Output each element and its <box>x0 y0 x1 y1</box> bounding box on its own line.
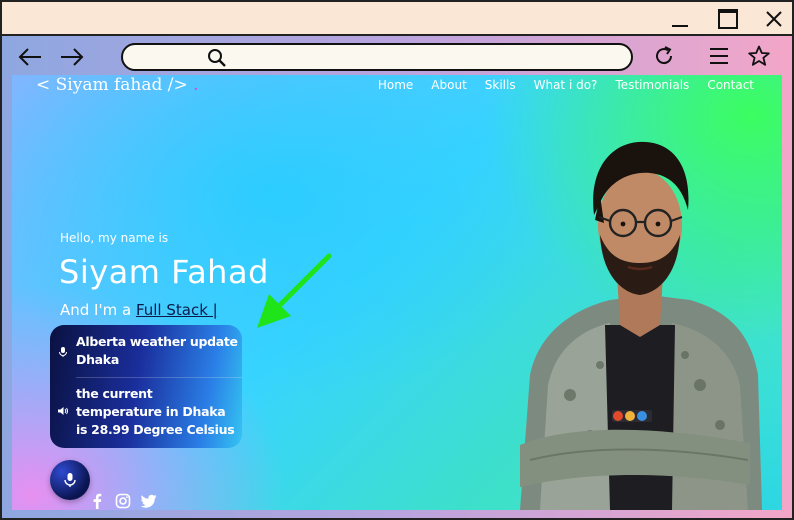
site-logo[interactable]: < Siyam fahad /> . <box>36 75 199 95</box>
site-nav: Home About Skills What i do? Testimonial… <box>378 78 754 92</box>
address-bar[interactable] <box>121 43 633 71</box>
intro-prefix: And I'm a <box>60 301 136 319</box>
nav-contact[interactable]: Contact <box>707 78 754 92</box>
mic-button[interactable] <box>50 460 90 500</box>
page-viewport: < Siyam fahad /> . Home About Skills Wha… <box>12 75 782 510</box>
role-typing: Full Stack | <box>135 301 218 319</box>
hero-intro: And I'm a Full Stack | <box>60 301 218 319</box>
user-message-row: Alberta weather update Dhaka <box>50 331 242 375</box>
close-button[interactable] <box>762 8 786 30</box>
facebook-icon[interactable] <box>89 493 105 509</box>
forward-button[interactable] <box>58 44 86 70</box>
minimize-button[interactable] <box>668 8 692 30</box>
reply-message: the current temperature in Dhaka is 28.9… <box>76 386 235 437</box>
mic-icon <box>59 347 67 357</box>
logo-text: < Siyam fahad /> <box>36 75 188 95</box>
social-links <box>89 493 157 509</box>
title-bar <box>2 2 792 36</box>
nav-about[interactable]: About <box>431 78 466 92</box>
twitter-icon[interactable] <box>140 493 157 509</box>
mic-icon <box>64 473 76 487</box>
logo-dot: . <box>193 75 199 95</box>
browser-window: < Siyam fahad /> . Home About Skills Wha… <box>0 0 794 520</box>
message-divider <box>76 377 242 378</box>
annotation-arrow <box>257 253 332 328</box>
nav-home[interactable]: Home <box>378 78 413 92</box>
back-button[interactable] <box>16 44 44 70</box>
speaker-icon <box>58 407 68 415</box>
close-icon <box>766 11 782 27</box>
browser-toolbar <box>2 36 792 76</box>
nav-testimonials[interactable]: Testimonials <box>615 78 689 92</box>
arrow-right-icon <box>61 48 84 66</box>
arrow-left-icon <box>18 48 41 66</box>
profile-photo <box>520 141 762 510</box>
menu-icon[interactable] <box>707 44 731 68</box>
reply-message-row: the current temperature in Dhaka is 28.9… <box>50 383 242 441</box>
maximize-button[interactable] <box>716 8 740 30</box>
hero-greeting: Hello, my name is <box>60 231 169 245</box>
instagram-icon[interactable] <box>115 493 131 509</box>
voice-assistant-panel: Alberta weather update Dhaka the current… <box>50 325 242 448</box>
search-icon <box>208 49 226 67</box>
reload-icon[interactable] <box>652 44 676 68</box>
star-icon[interactable] <box>747 44 771 68</box>
hero-name: Siyam Fahad <box>59 253 269 291</box>
nav-what-i-do[interactable]: What i do? <box>534 78 598 92</box>
user-message: Alberta weather update Dhaka <box>76 334 238 367</box>
nav-skills[interactable]: Skills <box>485 78 516 92</box>
